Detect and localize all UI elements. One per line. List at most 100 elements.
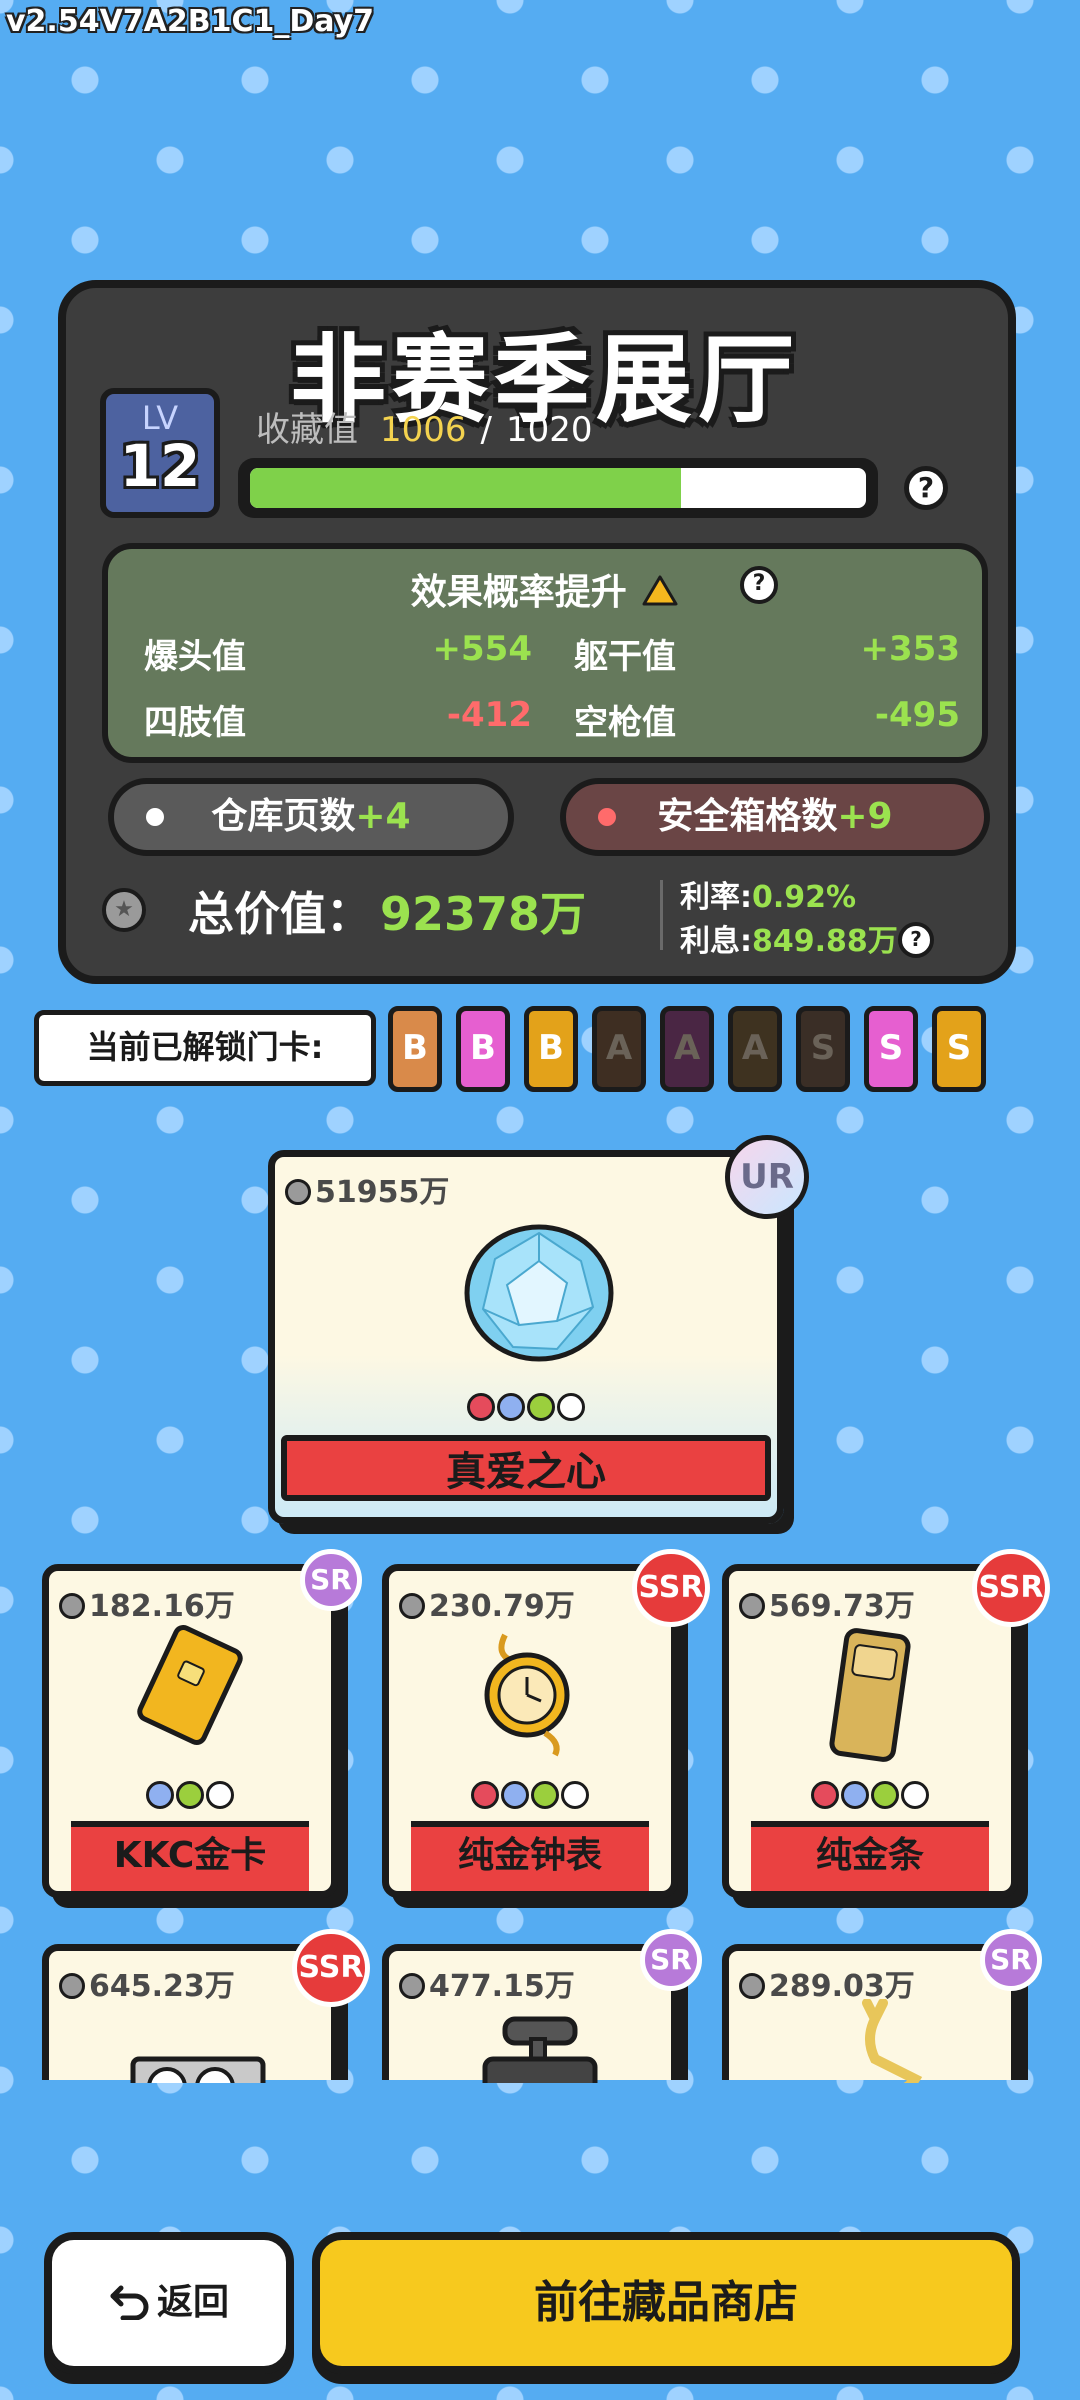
interest-rate-value: 0.92% [752,880,857,915]
item-price: 569.73万 [739,1581,915,1625]
collection-progress-bar [238,458,878,518]
interest-help-icon[interactable]: ? [898,922,934,958]
coin-icon [739,1593,765,1619]
total-value-amount: 92378万 [380,887,587,941]
back-arrow-icon [110,2285,149,2321]
coin-icon [59,1973,85,1999]
interest-amount-value: 849.88万 [752,924,898,959]
attribute-icons [729,1781,1011,1809]
item-price: 182.16万 [59,1581,235,1625]
ur-rarity-badge: UR [725,1135,809,1219]
collection-label: 收藏值 [256,410,358,450]
item-price: 230.79万 [399,1581,575,1625]
limbs-label: 四肢值 [144,703,246,743]
effect-title-text: 效果概率提升 [410,572,627,613]
total-value-label: 总价值： [188,887,372,941]
gold-bar-icon [805,1625,951,1771]
effect-help-icon[interactable]: ? [740,566,778,604]
sr-rarity-badge: SR [300,1549,362,1611]
door-card-b: B [524,1006,578,1092]
gold-card-icon [125,1625,271,1771]
collection-current: 1006 [380,410,467,450]
miss-label: 空枪值 [574,703,676,743]
divider [660,880,663,950]
torso-label: 躯干值 [574,637,676,677]
effect-title: 效果概率提升 [108,563,982,615]
collection-help-icon[interactable]: ? [904,466,948,510]
sr-rarity-badge: SR [980,1929,1042,1991]
camera-icon [465,1999,611,2083]
back-button[interactable]: 返回 [44,2232,294,2374]
featured-name: 真爱之心 [281,1435,771,1501]
progress-fill [250,468,682,508]
warehouse-pages-button[interactable]: 仓库页数+4 [108,778,514,856]
triangle-icon [557,1393,585,1421]
headshot-value: +554 [432,629,532,669]
ssr-rarity-badge: SSR [632,1549,710,1627]
safebox-slots-button[interactable]: 安全箱格数+9 [560,778,990,856]
door-card-s: S [864,1006,918,1092]
effect-panel: 效果概率提升 ? 爆头值 +554 躯干值 +353 四肢值 -412 空枪值 … [102,543,988,763]
door-card-a: A [728,1006,782,1092]
hall-panel: 非赛季展厅 LV 12 收藏值 1006/1020 ? 效果概率提升 ? 爆头值 … [58,280,1016,984]
featured-price: 51955万 [285,1167,449,1211]
pocket-watch-icon [465,1625,611,1771]
attribute-icons [275,1393,777,1421]
item-name: KKC金卡 [71,1821,309,1891]
go-to-shop-button[interactable]: 前往藏品商店 [312,2232,1020,2374]
coin-icon [739,1973,765,1999]
warehouse-label: 仓库页数 [211,796,356,837]
attribute-icons [389,1781,671,1809]
item-card[interactable]: 569.73万 SSR 纯金条 [722,1549,1050,1898]
collection-separator: / [480,410,492,450]
level-badge: LV 12 [100,388,220,518]
warehouse-dot-icon [146,808,164,826]
ssr-rarity-badge: SSR [972,1549,1050,1627]
attribute-icons [49,1781,331,1809]
item-card[interactable]: 230.79万 SSR 纯金钟表 [382,1549,710,1898]
limbs-value: -412 [446,695,532,735]
level-number: 12 [119,432,201,500]
pentagon-icon [467,1393,495,1421]
ssr-rarity-badge: SSR [292,1929,370,2007]
graphics-card-icon [125,1999,271,2083]
coin-icon [399,1973,425,1999]
item-card[interactable]: 645.23万 SSR [42,1929,370,2083]
interest-amount: 利息:849.88万 [680,924,898,959]
item-card[interactable]: 289.03万 SR [722,1929,1042,2083]
door-card-b: B [388,1006,442,1092]
golden-deer-icon [805,1999,951,2083]
safebox-dot-icon [598,808,616,826]
diamond-shape-icon [527,1393,555,1421]
item-name: 纯金钟表 [411,1821,649,1891]
circle-icon [497,1393,525,1421]
back-label: 返回 [156,2282,229,2323]
unlocked-cards-label: 当前已解锁门卡: [34,1010,376,1086]
level-label: LV [141,399,179,437]
item-card[interactable]: 182.16万 SR KKC金卡 [42,1549,362,1898]
door-card-s: S [796,1006,850,1092]
door-card-a: A [660,1006,714,1092]
item-name: 纯金条 [751,1821,989,1891]
collection-value: 收藏值 1006 / 1020 [256,402,593,451]
collection-total: 1020 [506,410,593,450]
warehouse-bonus: +4 [355,796,411,837]
safebox-label: 安全箱格数 [657,796,838,837]
safebox-bonus: +9 [837,796,893,837]
sr-rarity-badge: SR [640,1929,702,1991]
diamond-icon [464,1224,614,1362]
coin-icon [285,1179,311,1205]
up-arrow-icon [642,575,678,606]
item-card[interactable]: 477.15万 SR [382,1929,702,2083]
coin-icon [59,1593,85,1619]
version-label: v2.54V7A2B1C1_Day7 [6,4,375,39]
door-card-s: S [932,1006,986,1092]
door-card-a: A [592,1006,646,1092]
torso-value: +353 [860,629,960,669]
coin-icon: ★ [102,888,146,932]
headshot-label: 爆头值 [144,637,246,677]
interest-rate: 利率:0.92% [680,880,857,915]
coin-icon [399,1593,425,1619]
featured-item-card[interactable]: 51955万 真爱之心 UR [268,1135,809,1524]
miss-value: -495 [874,695,960,735]
